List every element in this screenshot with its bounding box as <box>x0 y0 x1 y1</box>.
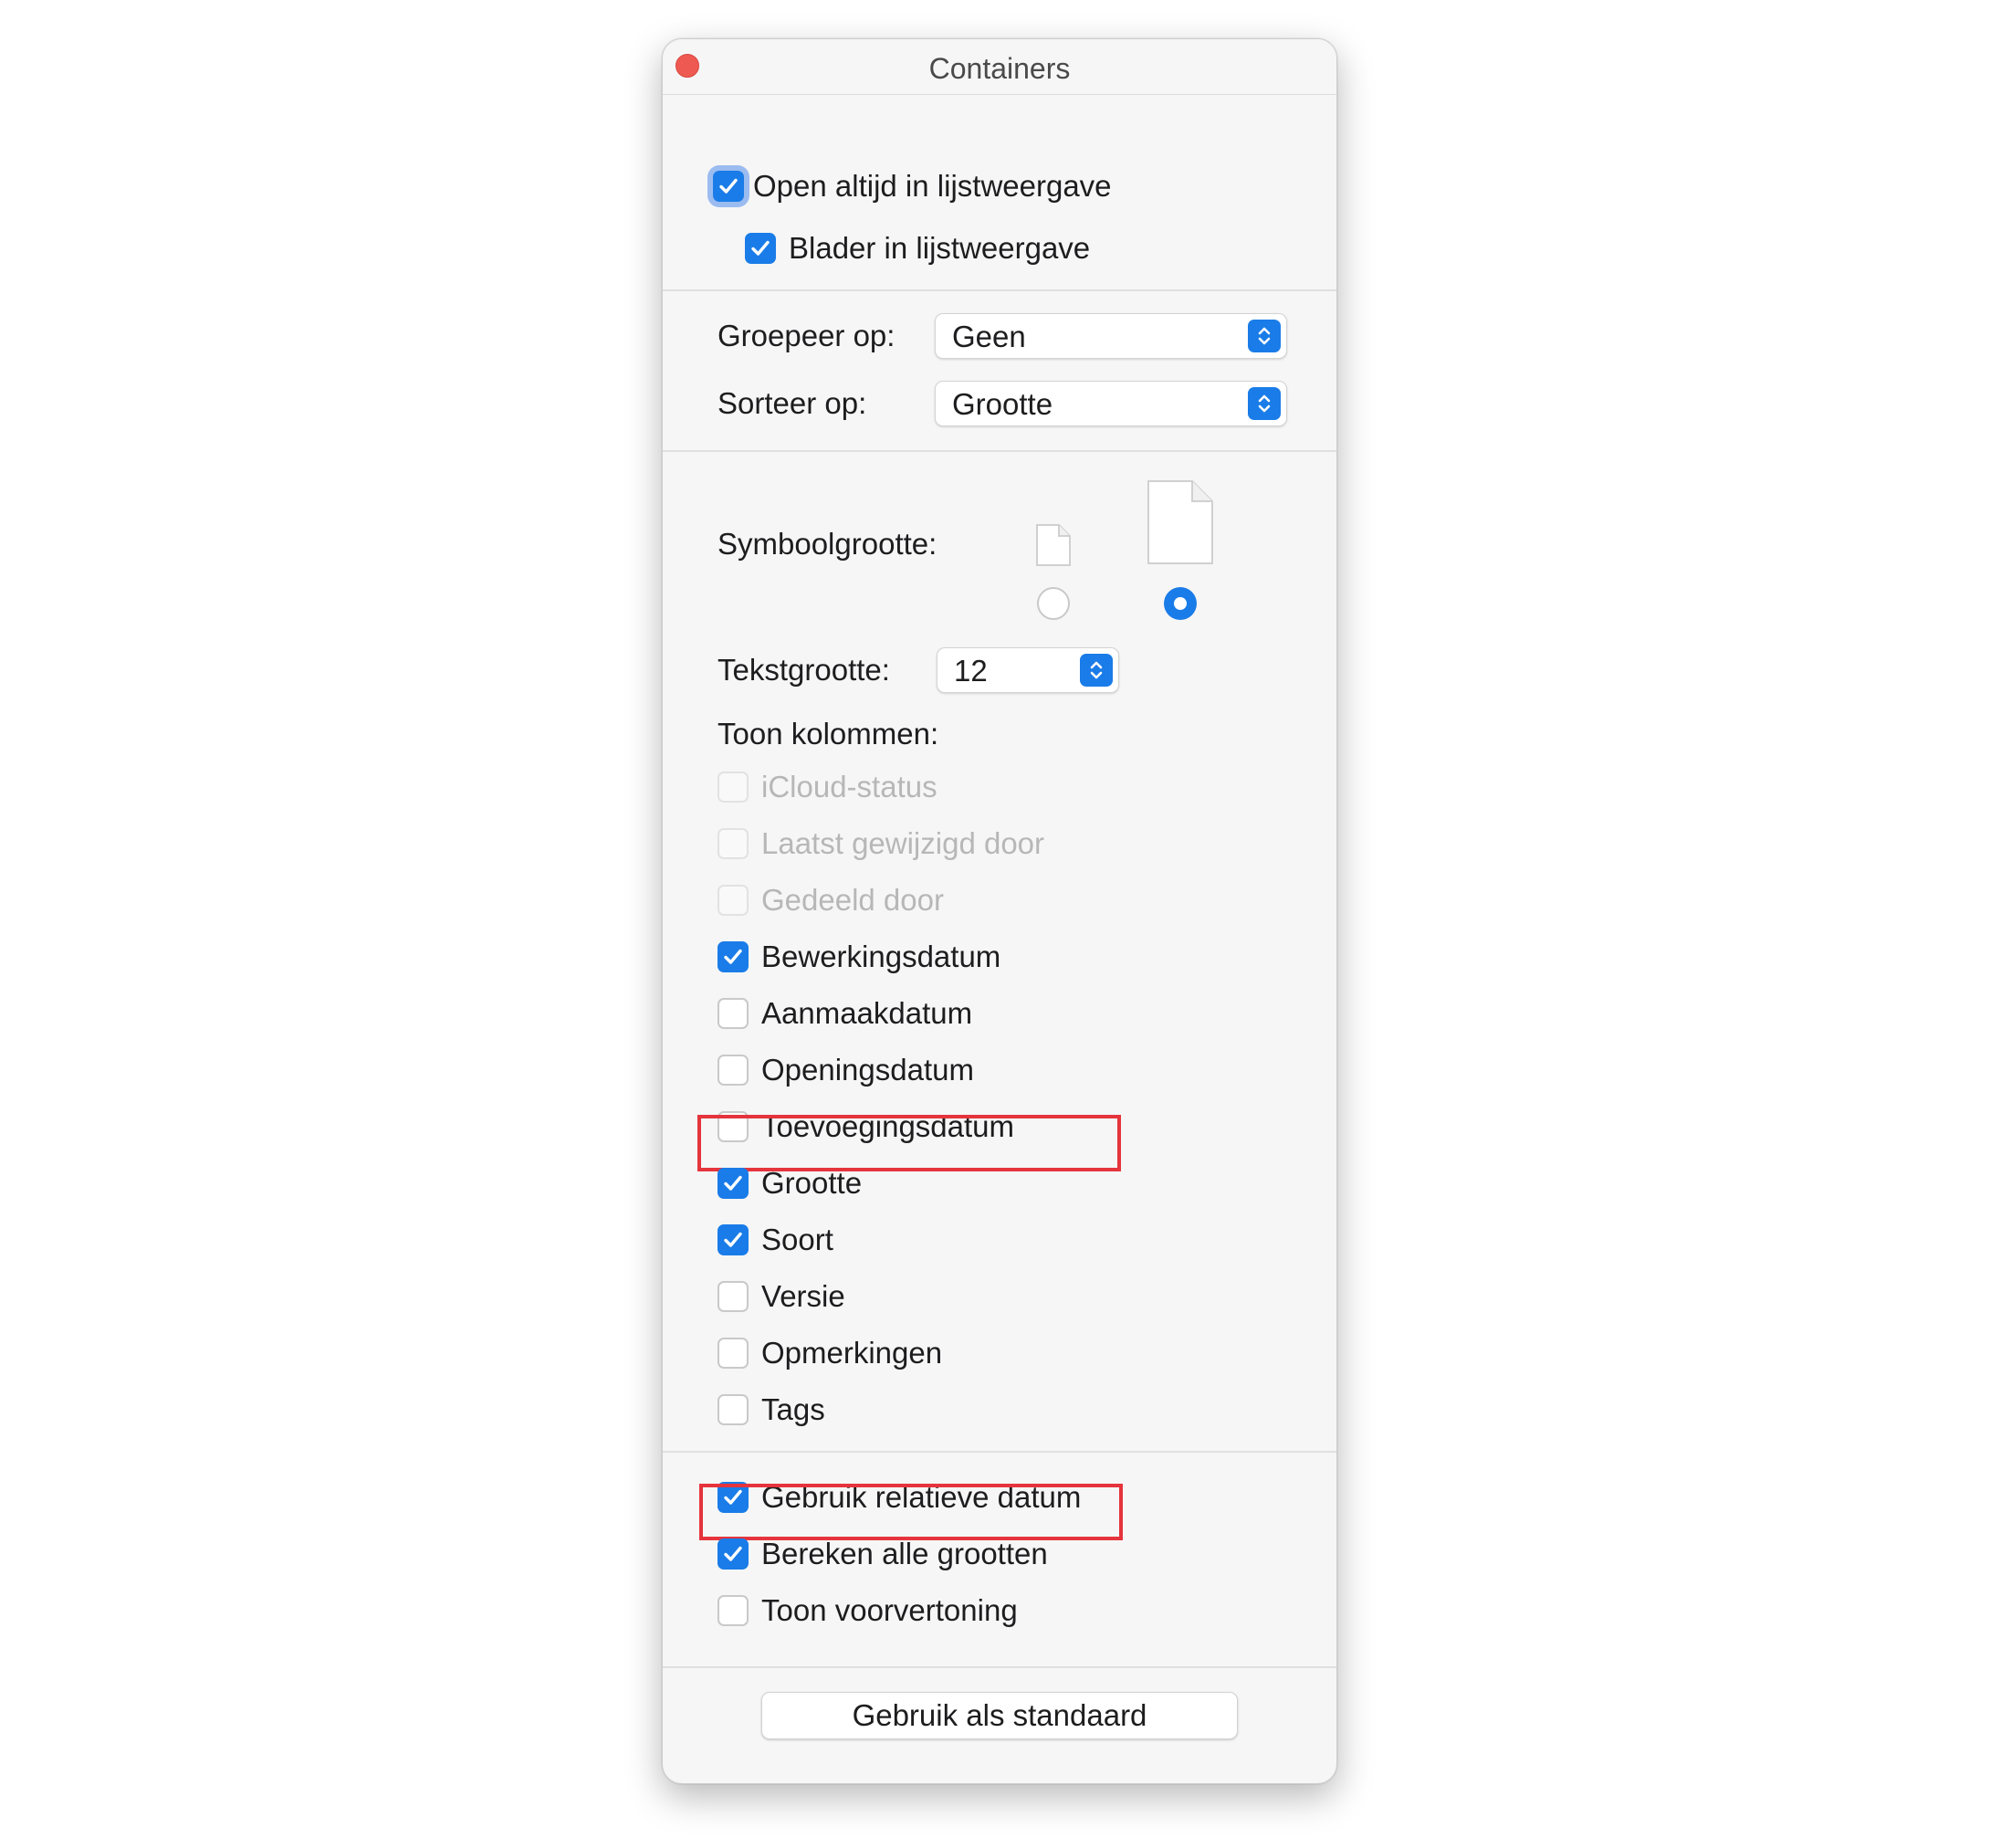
open-in-list-view-checkbox[interactable] <box>713 171 744 202</box>
small-document-icon[interactable] <box>1035 523 1072 567</box>
kind-label: Soort <box>761 1223 833 1256</box>
version-checkbox[interactable] <box>717 1281 749 1312</box>
open-in-list-view-option[interactable]: Open altijd in lijstweergave <box>713 165 1112 207</box>
column-option-size[interactable]: Grootte <box>717 1162 862 1204</box>
text-size-popup[interactable]: 12 <box>937 647 1119 693</box>
date-created-checkbox[interactable] <box>717 998 749 1029</box>
column-option-date-opened[interactable]: Openingsdatum <box>717 1049 974 1091</box>
highlight-calculate-all-sizes <box>699 1484 1123 1540</box>
text-size-value: 12 <box>954 654 988 688</box>
date-modified-label: Bewerkingsdatum <box>761 940 1001 973</box>
group-by-value: Geen <box>952 320 1026 353</box>
small-icon-radio[interactable] <box>1037 587 1070 620</box>
date-opened-label: Openingsdatum <box>761 1053 974 1087</box>
column-option-date-created[interactable]: Aanmaakdatum <box>717 992 972 1034</box>
column-option-date-modified[interactable]: Bewerkingsdatum <box>717 936 1000 978</box>
date-opened-checkbox[interactable] <box>717 1055 749 1086</box>
window-title: Containers <box>928 52 1071 85</box>
show-preview-label: Toon voorvertoning <box>761 1593 1018 1627</box>
updown-chevron-icon <box>1248 387 1281 420</box>
checkmark-icon <box>719 178 738 194</box>
kind-checkbox[interactable] <box>717 1224 749 1255</box>
group-by-label: Groepeer op: <box>717 319 896 352</box>
sort-by-label: Sorteer op: <box>717 386 867 420</box>
show-preview-checkbox[interactable] <box>717 1595 749 1626</box>
last-modified-by-checkbox <box>717 828 749 859</box>
section-divider <box>663 1666 1336 1668</box>
column-option-shared-by: Gedeeld door <box>717 879 944 921</box>
text-size-label: Tekstgrootte: <box>717 653 890 687</box>
version-label: Versie <box>761 1279 845 1313</box>
checkmark-icon <box>724 949 742 964</box>
calculate-all-sizes-checkbox[interactable] <box>717 1538 749 1570</box>
group-by-popup[interactable]: Geen <box>935 313 1287 359</box>
size-label: Grootte <box>761 1166 863 1200</box>
shared-by-checkbox <box>717 885 749 916</box>
calculate-all-sizes-label: Bereken alle grootten <box>761 1537 1048 1570</box>
show-preview-option[interactable]: Toon voorvertoning <box>717 1590 1018 1632</box>
show-columns-label: Toon kolommen: <box>717 717 939 751</box>
icloud-status-checkbox <box>717 772 749 803</box>
date-modified-checkbox[interactable] <box>717 941 749 972</box>
column-option-tags[interactable]: Tags <box>717 1389 825 1431</box>
updown-chevron-icon <box>1248 320 1281 352</box>
comments-label: Opmerkingen <box>761 1336 943 1370</box>
checkmark-icon <box>724 1175 742 1191</box>
browse-in-list-view-label: Blader in lijstweergave <box>789 231 1091 265</box>
icon-size-label: Symboolgrootte: <box>717 527 937 561</box>
calculate-all-sizes-option[interactable]: Bereken alle grootten <box>717 1533 1048 1575</box>
large-icon-radio[interactable] <box>1164 587 1197 620</box>
column-option-icloud-status: iCloud-status <box>717 766 937 808</box>
updown-chevron-icon <box>1080 654 1113 687</box>
checkmark-icon <box>751 240 770 256</box>
sort-by-value: Grootte <box>952 387 1053 421</box>
column-option-version[interactable]: Versie <box>717 1276 845 1318</box>
tags-checkbox[interactable] <box>717 1394 749 1425</box>
column-option-last-modified-by: Laatst gewijzigd door <box>717 823 1044 865</box>
column-option-kind[interactable]: Soort <box>717 1219 833 1261</box>
use-as-defaults-button[interactable]: Gebruik als standaard <box>761 1692 1238 1739</box>
column-option-comments[interactable]: Opmerkingen <box>717 1332 942 1374</box>
section-divider <box>663 289 1336 291</box>
sort-by-popup[interactable]: Grootte <box>935 381 1287 426</box>
checkmark-icon <box>724 1232 742 1247</box>
icloud-status-label: iCloud-status <box>761 770 937 803</box>
shared-by-label: Gedeeld door <box>761 883 944 917</box>
large-document-icon[interactable] <box>1147 479 1214 565</box>
open-in-list-view-label: Open altijd in lijstweergave <box>753 169 1112 203</box>
view-options-window: Containers Open altijd in lijstweergave … <box>662 38 1337 1784</box>
last-modified-by-label: Laatst gewijzigd door <box>761 826 1045 860</box>
comments-checkbox[interactable] <box>717 1338 749 1369</box>
section-divider <box>663 1451 1336 1453</box>
browse-in-list-view-checkbox[interactable] <box>745 233 776 264</box>
tags-label: Tags <box>761 1392 825 1426</box>
date-created-label: Aanmaakdatum <box>761 996 973 1030</box>
size-checkbox[interactable] <box>717 1168 749 1199</box>
title-bar: Containers <box>663 39 1336 95</box>
checkmark-icon <box>724 1546 742 1561</box>
browse-in-list-view-option[interactable]: Blader in lijstweergave <box>745 227 1090 269</box>
section-divider <box>663 450 1336 452</box>
